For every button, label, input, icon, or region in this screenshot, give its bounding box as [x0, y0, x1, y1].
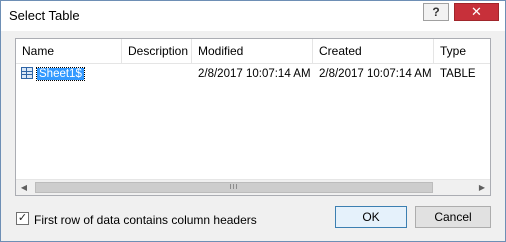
select-table-dialog: Select Table ? ✕ Name Description Modifi…: [0, 0, 506, 242]
first-row-headers-label[interactable]: First row of data contains column header…: [34, 213, 257, 227]
help-button[interactable]: ?: [423, 3, 449, 21]
scroll-thumb[interactable]: III: [35, 182, 433, 193]
column-header-type[interactable]: Type: [434, 39, 490, 63]
scroll-right-arrow-icon[interactable]: ▶: [474, 180, 490, 195]
column-header-name[interactable]: Name: [16, 39, 122, 63]
table-icon: [21, 67, 33, 79]
first-row-headers-checkbox[interactable]: ✓: [16, 212, 29, 225]
cancel-button[interactable]: Cancel: [415, 206, 491, 228]
list-header: Name Description Modified Created Type: [16, 39, 490, 64]
horizontal-scrollbar[interactable]: ◀ III ▶: [16, 179, 490, 195]
column-header-description[interactable]: Description: [122, 39, 192, 63]
title-bar: Select Table ? ✕: [1, 1, 505, 31]
scroll-left-arrow-icon[interactable]: ◀: [16, 180, 32, 195]
row-type: TABLE: [440, 68, 476, 80]
row-modified: 2/8/2017 10:07:14 AM: [198, 68, 311, 80]
ok-button[interactable]: OK: [335, 206, 407, 228]
table-row[interactable]: Sheet1$ 2/8/2017 10:07:14 AM 2/8/2017 10…: [16, 65, 490, 83]
scroll-grip-icon: III: [229, 184, 239, 191]
column-header-modified[interactable]: Modified: [192, 39, 313, 63]
column-header-created[interactable]: Created: [313, 39, 434, 63]
row-name[interactable]: Sheet1$: [36, 67, 85, 81]
close-button[interactable]: ✕: [454, 3, 499, 21]
row-created: 2/8/2017 10:07:14 AM: [319, 68, 432, 80]
dialog-title: Select Table: [9, 8, 80, 23]
tables-list[interactable]: Name Description Modified Created Type S…: [15, 38, 491, 196]
